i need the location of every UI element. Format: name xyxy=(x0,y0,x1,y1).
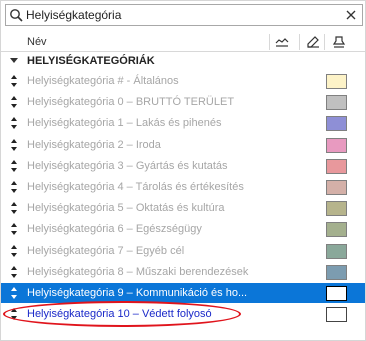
drag-handle-icon[interactable] xyxy=(10,307,18,321)
category-label: Helyiségkategória 8 – Műszaki berendezés… xyxy=(27,265,249,278)
name-column-header[interactable]: Név xyxy=(27,36,47,48)
list-item[interactable]: Helyiségkategória 5 – Oktatás és kultúra xyxy=(1,198,365,218)
category-panel: Név HELYISÉGKATEGÓRIÁK Helyiségkategória… xyxy=(0,0,366,341)
surface-icon[interactable] xyxy=(274,34,290,50)
category-group-header[interactable]: HELYISÉGKATEGÓRIÁK xyxy=(1,53,365,70)
drag-handle-icon[interactable] xyxy=(10,286,18,300)
list-item[interactable]: Helyiségkategória 7 – Egyéb cél xyxy=(1,241,365,261)
color-swatch[interactable] xyxy=(326,95,347,111)
list-item[interactable]: Helyiségkategória 2 – Iroda xyxy=(1,135,365,155)
category-label: Helyiségkategória 9 – Kommunikáció és ho… xyxy=(27,287,248,299)
drag-handle-icon[interactable] xyxy=(10,74,18,88)
color-swatch[interactable] xyxy=(326,243,347,259)
close-icon[interactable] xyxy=(344,8,358,22)
list-item[interactable]: Helyiségkategória 9 – Kommunikáció és ho… xyxy=(1,283,365,303)
column-separator xyxy=(324,34,325,50)
drag-handle-icon[interactable] xyxy=(10,138,18,152)
column-header: Név xyxy=(1,32,365,52)
category-label: Helyiségkategória 3 – Gyártás és kutatás xyxy=(27,159,228,172)
color-swatch[interactable] xyxy=(326,158,347,174)
color-swatch[interactable] xyxy=(326,264,347,280)
search-box[interactable] xyxy=(5,4,363,26)
column-separator xyxy=(299,34,300,50)
category-label: Helyiségkategória 10 – Védett folyosó xyxy=(27,308,212,321)
category-label: Helyiségkategória 5 – Oktatás és kultúra xyxy=(27,202,225,215)
drag-handle-icon[interactable] xyxy=(10,180,18,194)
drag-handle-icon[interactable] xyxy=(10,222,18,236)
fill-bucket-icon[interactable] xyxy=(331,34,347,50)
collapse-triangle-icon[interactable] xyxy=(10,58,18,63)
search-icon xyxy=(10,9,23,22)
list-item[interactable]: Helyiségkategória 4 – Tárolás és értékes… xyxy=(1,177,365,197)
category-label: Helyiségkategória 2 – Iroda xyxy=(27,138,161,151)
drag-handle-icon[interactable] xyxy=(10,201,18,215)
drag-handle-icon[interactable] xyxy=(10,116,18,130)
drag-handle-icon[interactable] xyxy=(10,244,18,258)
column-separator xyxy=(269,34,270,50)
color-swatch[interactable] xyxy=(326,201,347,217)
pen-icon[interactable] xyxy=(305,34,321,50)
color-swatch[interactable] xyxy=(326,286,347,301)
category-label: Helyiségkategória 1 – Lakás és pihenés xyxy=(27,117,222,130)
category-label: Helyiségkategória # - Általános xyxy=(27,75,179,87)
group-label: HELYISÉGKATEGÓRIÁK xyxy=(27,55,155,67)
search-input[interactable] xyxy=(26,7,336,23)
drag-handle-icon[interactable] xyxy=(10,159,18,173)
category-label: Helyiségkategória 7 – Egyéb cél xyxy=(27,244,185,257)
list-item[interactable]: Helyiségkategória 0 – BRUTTÓ TERÜLET xyxy=(1,92,365,112)
category-label: Helyiségkategória 6 – Egészségügy xyxy=(27,223,202,236)
color-swatch[interactable] xyxy=(326,307,347,323)
list-item[interactable]: Helyiségkategória 6 – Egészségügy xyxy=(1,219,365,239)
color-swatch[interactable] xyxy=(326,222,347,238)
color-swatch[interactable] xyxy=(326,74,347,89)
list-item[interactable]: Helyiségkategória 10 – Védett folyosó xyxy=(1,304,365,324)
list-item[interactable]: Helyiségkategória 8 – Műszaki berendezés… xyxy=(1,262,365,282)
color-swatch[interactable] xyxy=(326,180,347,195)
list-item[interactable]: Helyiségkategória 1 – Lakás és pihenés xyxy=(1,113,365,133)
category-label: Helyiségkategória 4 – Tárolás és értékes… xyxy=(27,181,244,193)
list-item[interactable]: Helyiségkategória 3 – Gyártás és kutatás xyxy=(1,156,365,176)
color-swatch[interactable] xyxy=(326,116,347,132)
category-label: Helyiségkategória 0 – BRUTTÓ TERÜLET xyxy=(27,96,235,109)
drag-handle-icon[interactable] xyxy=(10,95,18,109)
list-item[interactable]: Helyiségkategória # - Általános xyxy=(1,71,365,91)
drag-handle-icon[interactable] xyxy=(10,265,18,279)
color-swatch[interactable] xyxy=(326,137,347,153)
